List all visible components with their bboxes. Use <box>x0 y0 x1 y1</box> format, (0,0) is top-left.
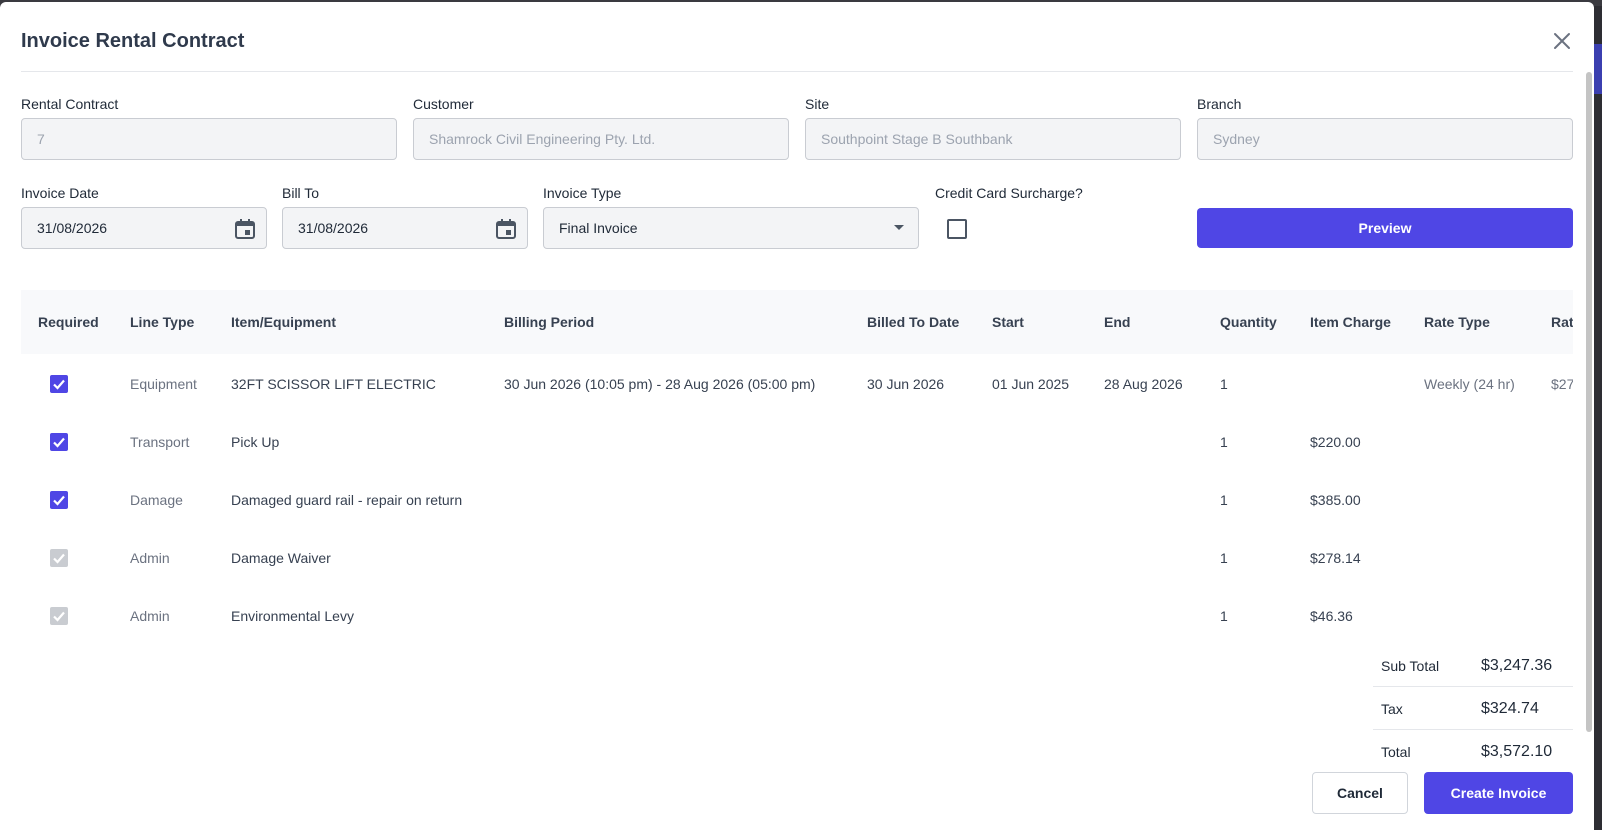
totals-divider <box>1373 729 1573 730</box>
rental-contract-label: Rental Contract <box>21 96 119 112</box>
row-item: Environmental Levy <box>231 608 354 624</box>
backdrop-edge <box>1594 44 1602 94</box>
check-icon <box>53 553 65 564</box>
row-quantity: 1 <box>1220 550 1228 566</box>
row-rate-type: Weekly (24 hr) <box>1424 376 1515 392</box>
row-line-type: Admin <box>130 608 170 624</box>
row-item-charge: $385.00 <box>1310 492 1361 508</box>
site-field[interactable]: Southpoint Stage B Southbank <box>805 118 1181 160</box>
check-icon <box>53 379 65 390</box>
row-start: 01 Jun 2025 <box>992 376 1070 392</box>
invoice-type-select[interactable]: Final Invoice <box>543 207 919 249</box>
invoice-date-label: Invoice Date <box>21 185 99 201</box>
row-item-charge: $220.00 <box>1310 434 1361 450</box>
row-quantity: 1 <box>1220 434 1228 450</box>
col-start: Start <box>992 314 1024 330</box>
invoice-date-value: 31/08/2026 <box>37 220 108 236</box>
row-quantity: 1 <box>1220 608 1228 624</box>
create-invoice-button[interactable]: Create Invoice <box>1424 772 1573 814</box>
row-billing-period: 30 Jun 2026 (10:05 pm) - 28 Aug 2026 (05… <box>504 376 816 392</box>
invoice-type-label: Invoice Type <box>543 185 622 201</box>
row-item: 32FT SCISSOR LIFT ELECTRIC <box>231 376 436 392</box>
check-icon <box>53 611 65 622</box>
col-rate-type: Rate Type <box>1424 314 1490 330</box>
chevron-down-icon <box>894 225 904 230</box>
invoice-modal: Invoice Rental Contract Rental Contract … <box>0 2 1594 830</box>
row-quantity: 1 <box>1220 376 1228 392</box>
site-label: Site <box>805 96 830 112</box>
row-required-checkbox-disabled <box>50 549 68 567</box>
row-line-type: Transport <box>130 434 190 450</box>
col-item-charge: Item Charge <box>1310 314 1391 330</box>
col-end: End <box>1104 314 1131 330</box>
row-item: Pick Up <box>231 434 280 450</box>
customer-field[interactable]: Shamrock Civil Engineering Pty. Ltd. <box>413 118 789 160</box>
row-line-type: Equipment <box>130 376 197 392</box>
preview-button[interactable]: Preview <box>1197 208 1573 248</box>
check-icon <box>53 495 65 506</box>
bill-to-label: Bill To <box>282 185 320 201</box>
row-item-charge: $278.14 <box>1310 550 1361 566</box>
row-line-type: Admin <box>130 550 170 566</box>
credit-card-surcharge-checkbox[interactable] <box>947 219 967 239</box>
row-item: Damaged guard rail - repair on return <box>231 492 463 508</box>
header-divider <box>21 71 1573 72</box>
tax-label: Tax <box>1381 701 1403 717</box>
branch-label: Branch <box>1197 96 1242 112</box>
check-icon <box>53 437 65 448</box>
sub-total-label: Sub Total <box>1381 658 1440 674</box>
sub-total-value: $3,247.36 <box>1481 657 1553 674</box>
close-button[interactable] <box>1548 27 1576 55</box>
col-item-equipment: Item/Equipment <box>231 314 337 330</box>
bill-to-field[interactable]: 31/08/2026 <box>282 207 528 249</box>
row-quantity: 1 <box>1220 492 1228 508</box>
row-required-checkbox[interactable] <box>50 491 68 509</box>
rental-contract-field[interactable]: 7 <box>21 118 397 160</box>
col-quantity: Quantity <box>1220 314 1277 330</box>
row-required-checkbox-disabled <box>50 607 68 625</box>
bill-to-value: 31/08/2026 <box>298 220 369 236</box>
tax-value: $324.74 <box>1481 700 1539 717</box>
scrollbar[interactable] <box>1586 72 1592 732</box>
calendar-icon[interactable] <box>495 218 517 240</box>
credit-card-surcharge-label: Credit Card Surcharge? <box>935 185 1083 201</box>
col-line-type: Line Type <box>130 314 195 330</box>
row-billed-to-date: 30 Jun 2026 <box>867 376 945 392</box>
row-required-checkbox[interactable] <box>50 375 68 393</box>
close-icon <box>1554 33 1570 49</box>
total-label: Total <box>1381 744 1411 760</box>
row-item: Damage Waiver <box>231 550 331 566</box>
col-billed-to-date: Billed To Date <box>867 314 960 330</box>
row-item-charge: $46.36 <box>1310 608 1353 624</box>
row-rate: $27 <box>1551 376 1573 392</box>
col-billing-period: Billing Period <box>504 314 595 330</box>
row-end: 28 Aug 2026 <box>1104 376 1183 392</box>
calendar-icon[interactable] <box>234 218 256 240</box>
row-line-type: Damage <box>130 492 183 508</box>
invoice-date-field[interactable]: 31/08/2026 <box>21 207 267 249</box>
total-value: $3,572.10 <box>1481 743 1553 760</box>
invoice-type-value: Final Invoice <box>559 220 638 236</box>
row-required-checkbox[interactable] <box>50 433 68 451</box>
customer-label: Customer <box>413 96 474 112</box>
branch-field[interactable]: Sydney <box>1197 118 1573 160</box>
col-rate: Rat <box>1551 314 1573 330</box>
cancel-button[interactable]: Cancel <box>1312 772 1408 814</box>
totals-divider <box>1373 686 1573 687</box>
col-required: Required <box>38 314 99 330</box>
modal-title: Invoice Rental Contract <box>21 30 245 52</box>
